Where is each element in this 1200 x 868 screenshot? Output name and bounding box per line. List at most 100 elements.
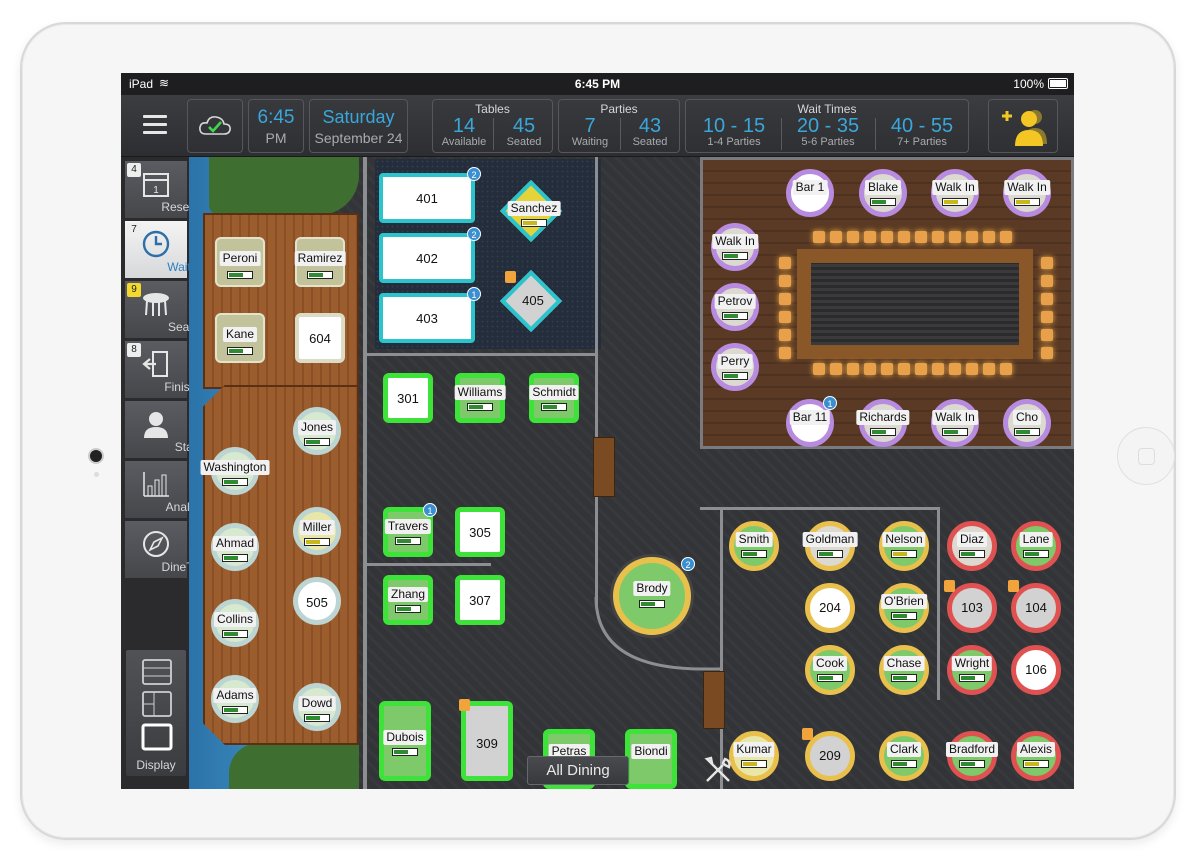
- table-label: Kane: [222, 327, 258, 342]
- table-label: Perry: [717, 354, 753, 369]
- status-indicator: [817, 550, 843, 558]
- table-walk-in[interactable]: Walk In: [931, 169, 979, 217]
- table-106[interactable]: 106: [1011, 645, 1061, 695]
- table-ramirez[interactable]: Ramirez: [294, 237, 346, 287]
- bar-stool: [779, 347, 791, 359]
- table-dowd[interactable]: Dowd: [293, 683, 341, 731]
- parties-box[interactable]: Parties 7 Waiting 43 Seated: [558, 99, 680, 153]
- table-wright[interactable]: Wright: [947, 645, 997, 695]
- tools-icon[interactable]: [703, 755, 733, 785]
- table-adams[interactable]: Adams: [211, 675, 259, 723]
- table-nelson[interactable]: Nelson: [879, 521, 929, 571]
- table-402[interactable]: 402 2: [379, 227, 481, 283]
- table-brody[interactable]: Brody 2: [613, 557, 695, 635]
- table-zhang[interactable]: Zhang: [383, 575, 433, 625]
- table-bradford[interactable]: Bradford: [945, 731, 999, 781]
- table-smith[interactable]: Smith: [729, 521, 779, 571]
- table-walk-in[interactable]: Walk In: [931, 399, 979, 447]
- finished-count: 8: [127, 343, 141, 357]
- table-obrien[interactable]: O'Brien: [879, 583, 929, 633]
- table-label: Walk In: [932, 410, 978, 425]
- table-lane[interactable]: Lane: [1011, 521, 1061, 571]
- table-petrov[interactable]: Petrov: [711, 283, 759, 331]
- table-cho[interactable]: Cho: [1003, 399, 1051, 447]
- bar-stool: [966, 231, 978, 243]
- party-count-badge: 1: [423, 503, 437, 517]
- table-kane[interactable]: Kane: [215, 313, 265, 363]
- table-301[interactable]: 301: [383, 373, 433, 423]
- table-perry[interactable]: Perry: [711, 343, 759, 391]
- sidebar-item-dinetime[interactable]: DineTime: [125, 521, 212, 579]
- table-604[interactable]: 604: [295, 313, 345, 363]
- table-blake[interactable]: Blake: [859, 169, 907, 217]
- table-ahmad[interactable]: Ahmad: [211, 523, 259, 571]
- status-indicator: [521, 219, 547, 227]
- wait-times-box[interactable]: Wait Times 10 - 15 1-4 Parties 20 - 35 5…: [685, 99, 969, 153]
- add-party-button[interactable]: [988, 99, 1058, 153]
- bar-counter: [797, 249, 1033, 359]
- status-indicator: [817, 674, 843, 682]
- table-williams[interactable]: Williams: [454, 373, 506, 423]
- table-collins[interactable]: Collins: [211, 599, 259, 647]
- status-indicator: [304, 538, 330, 546]
- table-chase[interactable]: Chase: [879, 645, 929, 695]
- table-bar-11[interactable]: Bar 11 1: [786, 396, 837, 447]
- table-miller[interactable]: Miller: [293, 507, 341, 555]
- table-401[interactable]: 401 2: [379, 167, 481, 223]
- table-kumar[interactable]: Kumar: [729, 731, 779, 781]
- table-307[interactable]: 307: [455, 575, 505, 625]
- svg-text:1: 1: [153, 185, 159, 196]
- table-label: Cho: [1012, 410, 1042, 425]
- section-selector[interactable]: All Dining: [527, 756, 629, 785]
- table-walk-in[interactable]: Walk In: [711, 223, 759, 271]
- table-209[interactable]: 209: [802, 728, 855, 781]
- status-indicator: [891, 612, 917, 620]
- bar-stool: [932, 231, 944, 243]
- table-washington[interactable]: Washington: [200, 447, 270, 495]
- home-square-icon: [1138, 448, 1155, 465]
- table-alexis[interactable]: Alexis: [1011, 731, 1061, 781]
- status-indicator: [1014, 428, 1040, 436]
- table-204[interactable]: 204: [805, 583, 855, 633]
- home-button[interactable]: [1117, 427, 1175, 485]
- table-403[interactable]: 403 1: [379, 287, 481, 343]
- party-count-badge: 1: [467, 287, 481, 301]
- table-peroni[interactable]: Peroni: [215, 237, 265, 287]
- bar-stool: [898, 231, 910, 243]
- bar-stool: [881, 363, 893, 375]
- table-dubois[interactable]: Dubois: [379, 701, 431, 781]
- table-103[interactable]: 103: [944, 580, 997, 633]
- sidebar-item-finished[interactable]: 8 Finished: [125, 341, 210, 399]
- table-biondi[interactable]: Biondi: [625, 729, 677, 789]
- table-diaz[interactable]: Diaz: [947, 521, 997, 571]
- table-clark[interactable]: Clark: [879, 731, 929, 781]
- table-travers[interactable]: Travers 1: [383, 503, 437, 557]
- wall: [700, 507, 940, 510]
- table-walk-in[interactable]: Walk In: [1003, 169, 1051, 217]
- table-goldman[interactable]: Goldman: [802, 521, 858, 571]
- status-indicator: [891, 760, 917, 768]
- table-505[interactable]: 505: [293, 577, 341, 625]
- sidebar-item-reserved[interactable]: 4 1 Reserved: [125, 161, 213, 219]
- bar-stool: [898, 363, 910, 375]
- sidebar-item-waiting[interactable]: 7 Waiting: [125, 221, 207, 279]
- sync-button[interactable]: [187, 99, 243, 153]
- menu-icon[interactable]: [143, 115, 167, 135]
- tables-box[interactable]: Tables 14 Available 45 Seated: [432, 99, 553, 153]
- table-cook[interactable]: Cook: [805, 645, 855, 695]
- wall: [720, 507, 723, 789]
- sidebar-item-seated[interactable]: 9 Seated: [125, 281, 206, 339]
- wait-time-label: 5-6 Parties: [801, 136, 855, 148]
- sidebar-item-staff[interactable]: Staff: [125, 401, 199, 459]
- display-toggle[interactable]: Display: [125, 649, 187, 777]
- sidebar-item-analyze[interactable]: Analyze: [125, 461, 208, 519]
- table-jones[interactable]: Jones: [293, 407, 341, 455]
- table-305[interactable]: 305: [455, 507, 505, 557]
- table-bar-1[interactable]: Bar 1: [786, 169, 834, 217]
- table-label: Smith: [735, 532, 773, 547]
- table-schmidt[interactable]: Schmidt: [529, 373, 579, 423]
- table-104[interactable]: 104: [1008, 580, 1061, 633]
- bar-stool: [813, 363, 825, 375]
- table-richards[interactable]: Richards: [856, 399, 910, 447]
- table-309[interactable]: 309: [461, 701, 513, 781]
